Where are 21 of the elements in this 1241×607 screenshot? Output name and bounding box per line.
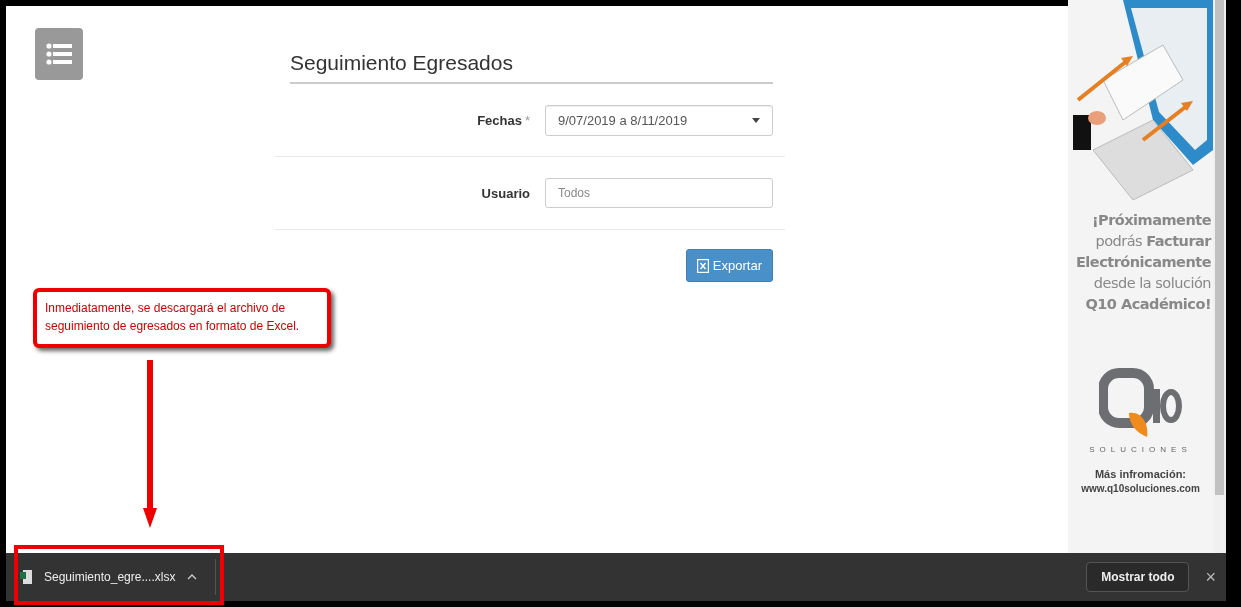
file-name: Seguimiento_egre....xlsx: [44, 570, 176, 584]
caret-icon: [752, 117, 760, 123]
download-item[interactable]: Seguimiento_egre....xlsx: [6, 553, 212, 601]
ad-headline: ¡Próximamente podrás Facturar Electrónicamente desde la solución Q10 Académico!: [1074, 211, 1213, 314]
required-mark: *: [524, 112, 530, 128]
menu-button[interactable]: [35, 28, 83, 80]
user-input-field[interactable]: Todos: [545, 178, 773, 208]
date-range-dropdown[interactable]: 9/07/2019 a 8/11/2019: [545, 104, 773, 136]
chevron-up-icon[interactable]: [187, 574, 198, 580]
spreadsheet-file-icon: [696, 258, 709, 273]
field-label: Fechas: [477, 112, 522, 128]
logo-tagline: SOLUCIONES: [1089, 445, 1192, 454]
form-title: Seguimiento Egresados: [290, 50, 514, 76]
field-label: Usuario: [481, 185, 530, 201]
website-url[interactable]: www.q10soluciones.com: [1081, 483, 1200, 494]
show-all-button[interactable]: Mostrar todo: [1086, 562, 1190, 592]
callout-note: Inmediatamente, se descargará el archivo de seguimiento de egresados en formato de Excel.: [33, 288, 331, 348]
spreadsheet-file-icon: [20, 570, 32, 584]
close-button[interactable]: ×: [1199, 565, 1222, 589]
more-info-label: Más infromación:: [1094, 468, 1187, 480]
list-icon: [46, 43, 72, 65]
